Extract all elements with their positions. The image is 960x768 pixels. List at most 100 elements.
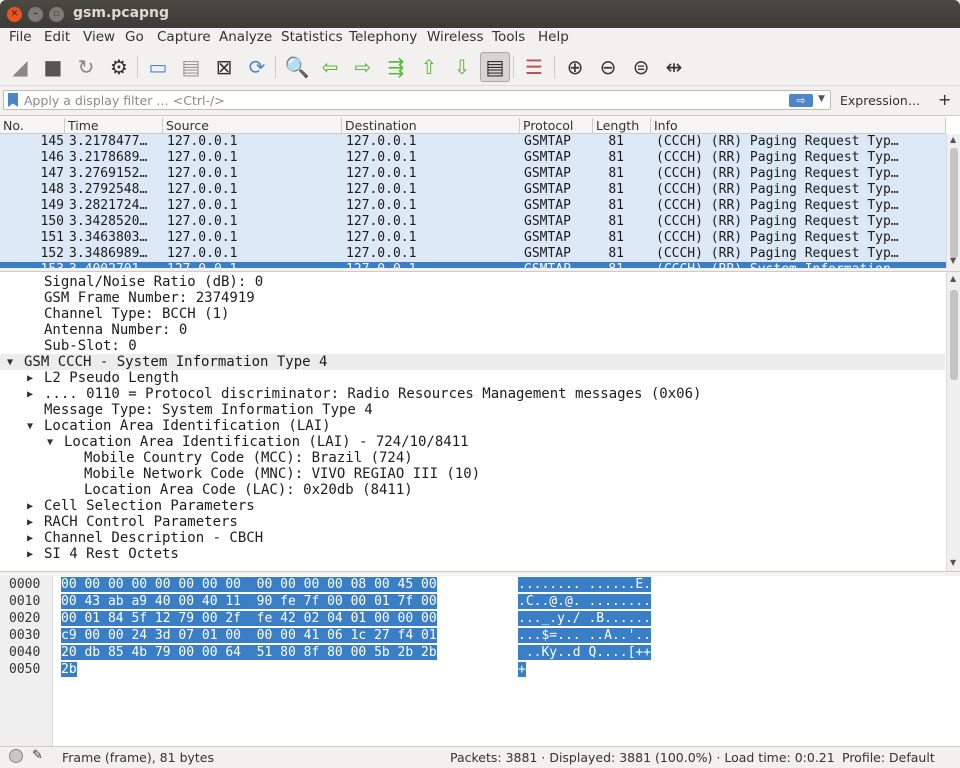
collapsed-triangle-icon[interactable]: ▶ (27, 517, 33, 528)
hex-row[interactable]: c9 00 00 24 3d 07 01 00 00 00 41 06 1c 2… (61, 628, 437, 644)
table-row[interactable]: 147 3.2769152… 127.0.0.1 127.0.0.1 GSMTAP 81 (… (0, 166, 946, 182)
column-header-time[interactable]: Time (65, 118, 163, 134)
add-filter-button[interactable]: + (938, 90, 951, 109)
column-header-source[interactable]: Source (163, 118, 342, 134)
profile-status[interactable]: Profile: Default (842, 750, 935, 765)
go-last-button[interactable]: ⇩ (447, 52, 477, 82)
tree-item-label: Message Type: System Information Type 4 (44, 402, 373, 418)
collapsed-triangle-icon[interactable]: ▶ (27, 533, 33, 544)
close-file-button[interactable]: ⊠ (209, 52, 239, 82)
resize-columns-button[interactable]: ⇹ (659, 52, 689, 82)
scroll-thumb[interactable] (950, 148, 958, 258)
display-filter-box: ⇨ ▼ (3, 90, 831, 110)
start-capture-button[interactable]: ◢ (5, 52, 35, 82)
find-packet-button[interactable]: 🔍 (282, 52, 312, 82)
go-forward-button[interactable]: ⇨ (348, 52, 378, 82)
ascii-row[interactable]: ..Ky..d Q....[++ (518, 645, 652, 661)
filter-bookmark-icon[interactable] (8, 93, 18, 107)
expression-button[interactable]: Expression… (840, 93, 920, 108)
packet-list-scrollbar[interactable]: ▲ ▼ (946, 134, 960, 268)
menu-file[interactable]: File (9, 29, 32, 45)
menu-tools[interactable]: Tools (492, 29, 525, 45)
cell-no: 148 (40, 182, 64, 197)
edit-comment-icon[interactable]: ✎ (32, 748, 43, 763)
reload-file-button[interactable]: ⟳ (242, 52, 272, 82)
tree-item[interactable]: ▼ GSM CCCH - System Information Type 4 (0, 354, 945, 370)
restart-capture-button[interactable]: ↻ (71, 52, 101, 82)
go-back-button[interactable]: ⇦ (315, 52, 345, 82)
maximize-window-button[interactable]: ▫ (49, 7, 64, 22)
column-header-no[interactable]: No. (0, 118, 65, 134)
zoom-reset-button[interactable]: ⊜ (626, 52, 656, 82)
autoscroll-icon: ▤ (485, 55, 505, 79)
collapsed-triangle-icon[interactable]: ▶ (27, 373, 33, 384)
ascii-row[interactable]: .C..@.@. ........ (518, 594, 652, 610)
menu-telephony[interactable]: Telephony (349, 29, 417, 45)
menu-view[interactable]: View (83, 29, 115, 45)
autoscroll-button[interactable]: ▤ (480, 52, 510, 82)
hex-row[interactable]: 00 43 ab a9 40 00 40 11 90 fe 7f 00 00 0… (61, 594, 437, 610)
collapsed-triangle-icon[interactable]: ▶ (27, 549, 33, 560)
save-file-button[interactable]: ▤ (176, 52, 206, 82)
colorize-button[interactable]: ☰ (519, 52, 549, 82)
cell-source: 127.0.0.1 (167, 166, 238, 181)
menu-edit[interactable]: Edit (44, 29, 70, 45)
ascii-row[interactable]: ........ ......E. (518, 577, 652, 593)
apply-filter-button[interactable]: ⇨ (789, 94, 813, 107)
filter-history-dropdown-icon[interactable]: ▼ (818, 94, 825, 104)
menu-statistics[interactable]: Statistics (281, 29, 343, 45)
menu-analyze[interactable]: Analyze (219, 29, 272, 45)
table-row[interactable]: 148 3.2792548… 127.0.0.1 127.0.0.1 GSMTAP 81 (… (0, 182, 946, 198)
zoom-out-button[interactable]: ⊖ (593, 52, 623, 82)
open-file-button[interactable]: ▭ (143, 52, 173, 82)
table-row[interactable]: 1533.4002701…127.0.0.1127.0.0.1GSMTAP81(… (0, 262, 946, 268)
column-header-protocol[interactable]: Protocol (520, 118, 593, 134)
table-row[interactable]: 151 3.3463803… 127.0.0.1 127.0.0.1 GSMTAP 81 (… (0, 230, 946, 246)
table-row[interactable]: 145 3.2178477… 127.0.0.1 127.0.0.1 GSMTAP 81 (… (0, 134, 946, 150)
table-row[interactable]: 152 3.3486989… 127.0.0.1 127.0.0.1 GSMTAP 81 (… (0, 246, 946, 262)
expanded-triangle-icon[interactable]: ▼ (47, 437, 53, 448)
stop-capture-button[interactable]: ■ (38, 52, 68, 82)
tree-item-label: .... 0110 = Protocol discriminator: Radi… (44, 386, 702, 402)
column-header-length[interactable]: Length (593, 118, 651, 134)
expanded-triangle-icon[interactable]: ▼ (27, 421, 33, 432)
scroll-down-icon[interactable]: ▼ (950, 256, 956, 265)
column-header-info[interactable]: Info (651, 118, 946, 134)
menu-wireless[interactable]: Wireless (427, 29, 484, 45)
column-header-destination[interactable]: Destination (342, 118, 520, 134)
scroll-thumb[interactable] (950, 290, 958, 380)
details-scrollbar[interactable]: ▲ ▼ (946, 272, 960, 571)
cell-protocol: GSMTAP (524, 230, 571, 245)
hex-row[interactable]: 2b (61, 662, 77, 678)
ascii-row[interactable]: ..._.y./ .B...... (518, 611, 652, 627)
collapsed-triangle-icon[interactable]: ▶ (27, 501, 33, 512)
expanded-triangle-icon[interactable]: ▼ (7, 357, 13, 368)
zoom-in-button[interactable]: ⊕ (560, 52, 590, 82)
go-to-packet-button[interactable]: ⇶ (381, 52, 411, 82)
scroll-up-icon[interactable]: ▲ (950, 274, 956, 283)
table-row[interactable]: 149 3.2821724… 127.0.0.1 127.0.0.1 GSMTAP 81 (… (0, 198, 946, 214)
save-file-icon: ▤ (181, 55, 201, 79)
hex-row[interactable]: 00 00 00 00 00 00 00 00 00 00 00 00 08 0… (61, 577, 437, 593)
hex-row[interactable]: 20 db 85 4b 79 00 00 64 51 80 8f 80 00 5… (61, 645, 437, 661)
cell-no: 152 (40, 246, 64, 261)
minimize-window-button[interactable]: – (28, 7, 43, 22)
go-first-button[interactable]: ⇧ (414, 52, 444, 82)
display-filter-input[interactable] (24, 92, 764, 108)
scroll-up-icon[interactable]: ▲ (950, 135, 956, 144)
expert-info-icon[interactable] (9, 749, 23, 763)
collapsed-triangle-icon[interactable]: ▶ (27, 389, 33, 400)
capture-options-button[interactable]: ⚙ (104, 52, 134, 82)
close-window-button[interactable]: ✕ (7, 7, 22, 22)
cell-time: 3.2178689… (69, 150, 148, 165)
hex-row[interactable]: 00 01 84 5f 12 79 00 2f fe 42 02 04 01 0… (61, 611, 437, 627)
scroll-down-icon[interactable]: ▼ (950, 558, 956, 567)
toolbar-separator (554, 56, 555, 78)
menu-help[interactable]: Help (538, 29, 569, 45)
ascii-row[interactable]: ...$=... ..A..'.. (518, 628, 652, 644)
menu-go[interactable]: Go (125, 29, 144, 45)
menu-capture[interactable]: Capture (157, 29, 211, 45)
table-row[interactable]: 146 3.2178689… 127.0.0.1 127.0.0.1 GSMTAP 81 (… (0, 150, 946, 166)
ascii-row[interactable]: + (518, 662, 526, 678)
table-row[interactable]: 150 3.3428520… 127.0.0.1 127.0.0.1 GSMTAP 81 (… (0, 214, 946, 230)
